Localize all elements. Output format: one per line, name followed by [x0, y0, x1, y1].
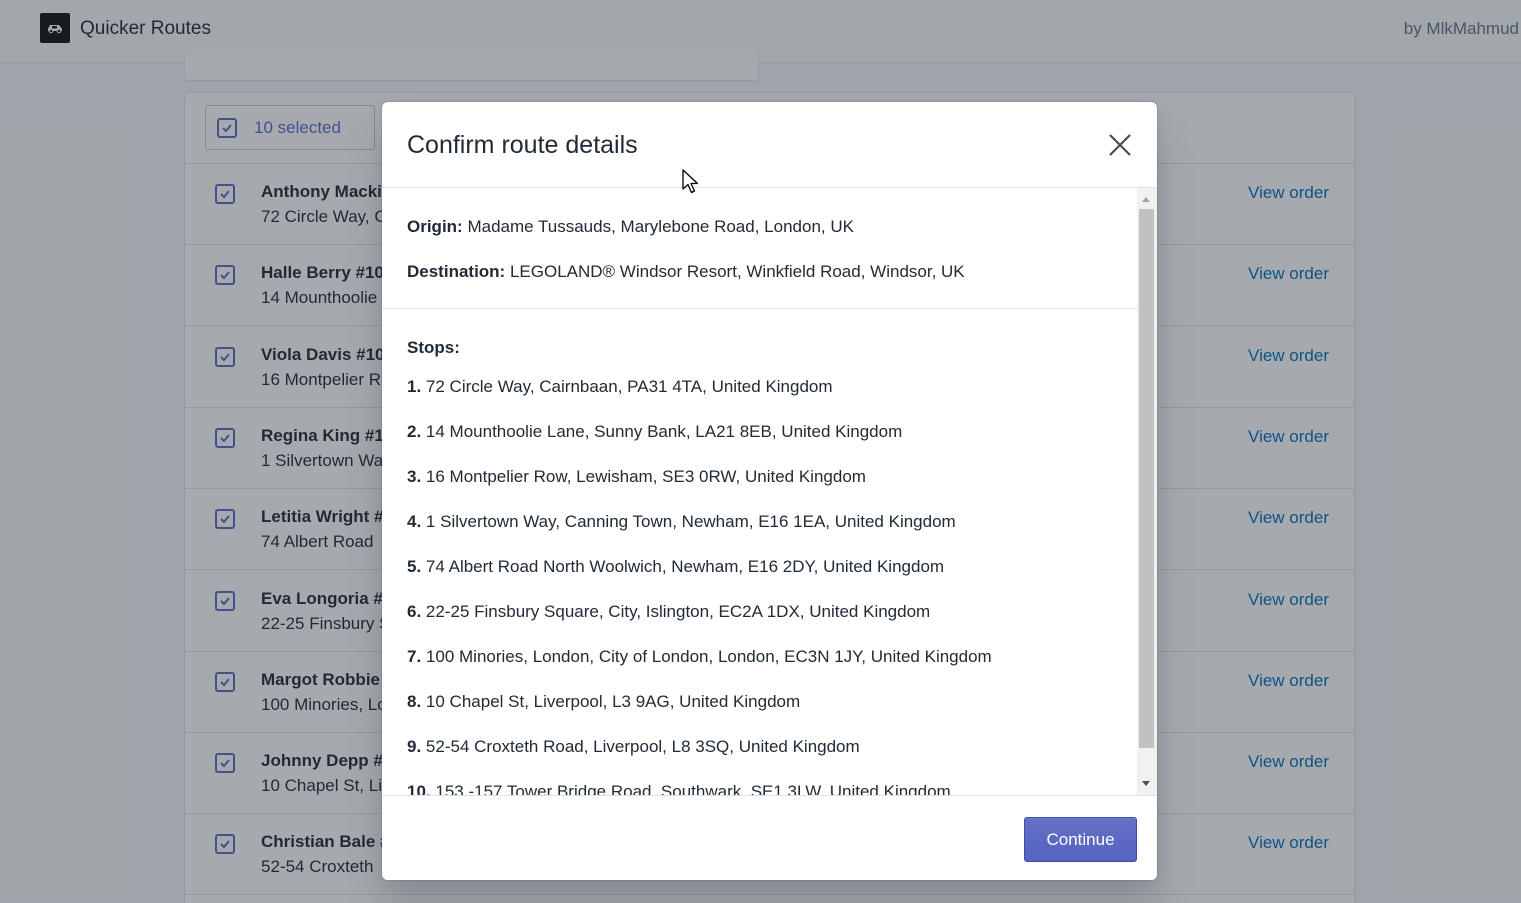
stop-number: 6.	[407, 602, 422, 621]
stop-number: 3.	[407, 467, 422, 486]
stop-address: 100 Minories, London, City of London, Lo…	[425, 647, 992, 666]
scrollbar-thumb[interactable]	[1139, 209, 1154, 748]
stop-number: 1.	[407, 377, 422, 396]
modal-body[interactable]: Origin: Madame Tussauds, Marylebone Road…	[382, 188, 1137, 795]
modal-title: Confirm route details	[407, 131, 638, 159]
modal-header: Confirm route details	[382, 102, 1157, 188]
stop-number: 4.	[407, 512, 422, 531]
stop-address: 14 Mounthoolie Lane, Sunny Bank, LA21 8E…	[425, 422, 903, 441]
stop-number: 2.	[407, 422, 422, 441]
stop-item: 4. 1 Silvertown Way, Canning Town, Newha…	[407, 512, 956, 532]
close-button[interactable]	[1105, 130, 1135, 160]
stop-address: 10 Chapel St, Liverpool, L3 9AG, United …	[425, 692, 801, 711]
mouse-cursor-icon	[682, 169, 699, 194]
stop-address: 72 Circle Way, Cairnbaan, PA31 4TA, Unit…	[425, 377, 833, 396]
stop-item: 10. 153 -157 Tower Bridge Road, Southwar…	[407, 782, 951, 795]
continue-button[interactable]: Continue	[1024, 817, 1137, 862]
stop-item: 5. 74 Albert Road North Woolwich, Newham…	[407, 557, 944, 577]
stop-address: 74 Albert Road North Woolwich, Newham, E…	[425, 557, 945, 576]
stop-number: 10.	[407, 782, 431, 795]
stop-address: 16 Montpelier Row, Lewisham, SE3 0RW, Un…	[425, 467, 866, 486]
stop-address: 153 -157 Tower Bridge Road, Southwark, S…	[435, 782, 951, 795]
destination-value: LEGOLAND® Windsor Resort, Winkfield Road…	[509, 262, 965, 281]
stop-item: 7. 100 Minories, London, City of London,…	[407, 647, 992, 667]
stop-number: 9.	[407, 737, 422, 756]
stop-item: 8. 10 Chapel St, Liverpool, L3 9AG, Unit…	[407, 692, 800, 712]
origin-label: Origin:	[407, 217, 463, 236]
stop-address: 1 Silvertown Way, Canning Town, Newham, …	[425, 512, 956, 531]
stop-item: 2. 14 Mounthoolie Lane, Sunny Bank, LA21…	[407, 422, 902, 442]
close-icon	[1109, 134, 1131, 156]
scroll-down-arrow-icon[interactable]	[1142, 781, 1150, 786]
destination-label: Destination:	[407, 262, 506, 281]
stops-label: Stops:	[407, 338, 460, 357]
stop-number: 8.	[407, 692, 422, 711]
stop-number: 7.	[407, 647, 422, 666]
stop-item: 9. 52-54 Croxteth Road, Liverpool, L8 3S…	[407, 737, 860, 757]
confirm-route-modal: Confirm route details Origin: Madame Tus…	[382, 102, 1157, 880]
origin-destination-section: Origin: Madame Tussauds, Marylebone Road…	[382, 188, 1137, 309]
scroll-up-arrow-icon[interactable]	[1142, 197, 1150, 202]
stop-item: 1. 72 Circle Way, Cairnbaan, PA31 4TA, U…	[407, 377, 833, 397]
stop-address: 52-54 Croxteth Road, Liverpool, L8 3SQ, …	[425, 737, 860, 756]
origin-line: Origin: Madame Tussauds, Marylebone Road…	[407, 217, 854, 237]
modal-footer: Continue	[382, 795, 1157, 880]
modal-scrollbar[interactable]	[1137, 188, 1157, 795]
origin-value: Madame Tussauds, Marylebone Road, London…	[467, 217, 854, 236]
stop-number: 5.	[407, 557, 422, 576]
stop-item: 3. 16 Montpelier Row, Lewisham, SE3 0RW,…	[407, 467, 866, 487]
stop-item: 6. 22-25 Finsbury Square, City, Islingto…	[407, 602, 930, 622]
destination-line: Destination: LEGOLAND® Windsor Resort, W…	[407, 262, 965, 282]
stop-address: 22-25 Finsbury Square, City, Islington, …	[425, 602, 931, 621]
